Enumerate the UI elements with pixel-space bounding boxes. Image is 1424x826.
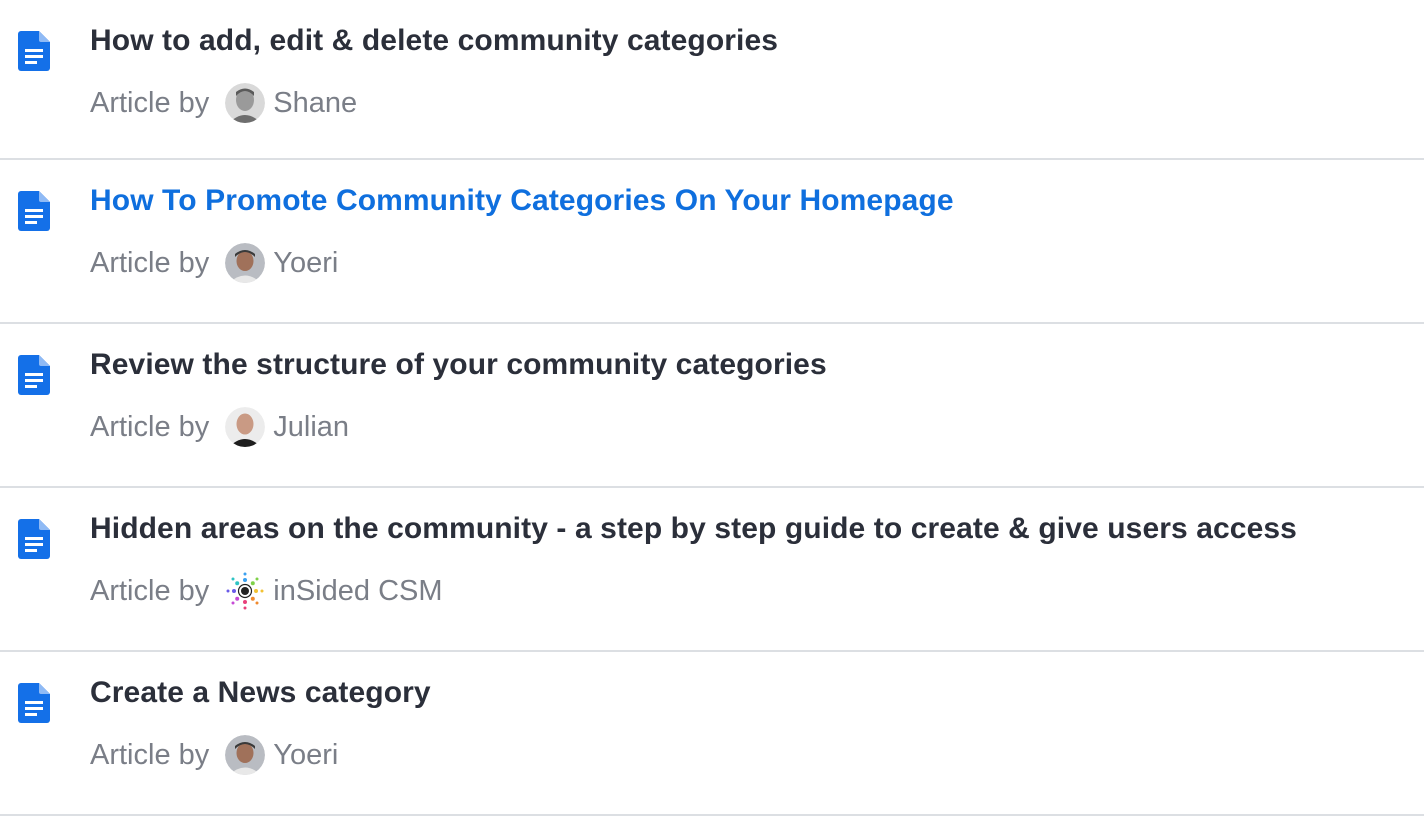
article-by-label: Article by bbox=[90, 410, 210, 443]
article-list: How to add, edit & delete community cate… bbox=[0, 0, 1424, 816]
list-item[interactable]: Review the structure of your community c… bbox=[0, 324, 1424, 488]
article-title-link[interactable]: How to add, edit & delete community cate… bbox=[90, 24, 778, 58]
list-item[interactable]: How to add, edit & delete community cate… bbox=[0, 0, 1424, 160]
article-meta: Article by Yoeri bbox=[90, 734, 338, 776]
avatar[interactable] bbox=[225, 243, 266, 283]
article-title-link[interactable]: How To Promote Community Categories On Y… bbox=[90, 184, 954, 218]
author-link[interactable]: Yoeri bbox=[273, 739, 338, 772]
insided-logo-avatar[interactable] bbox=[225, 571, 266, 611]
article-by-label: Article by bbox=[90, 246, 210, 279]
article-title-link[interactable]: Create a News category bbox=[90, 676, 431, 710]
document-icon bbox=[18, 683, 50, 723]
author-link[interactable]: inSided CSM bbox=[273, 575, 442, 608]
document-icon bbox=[18, 31, 50, 71]
article-meta: Article by inSided CSM bbox=[90, 570, 443, 612]
article-meta: Article by Shane bbox=[90, 82, 357, 124]
author-link[interactable]: Yoeri bbox=[273, 247, 338, 280]
document-icon bbox=[18, 355, 50, 395]
article-meta: Article by Yoeri bbox=[90, 242, 338, 284]
avatar[interactable] bbox=[225, 735, 266, 775]
article-title-link[interactable]: Hidden areas on the community - a step b… bbox=[90, 512, 1297, 546]
article-by-label: Article by bbox=[90, 86, 210, 119]
document-icon bbox=[18, 519, 50, 559]
list-item[interactable]: Create a News category Article by Yoeri bbox=[0, 652, 1424, 816]
author-link[interactable]: Shane bbox=[273, 87, 357, 120]
avatar[interactable] bbox=[225, 407, 266, 447]
article-title-link[interactable]: Review the structure of your community c… bbox=[90, 348, 827, 382]
avatar[interactable] bbox=[225, 83, 266, 123]
list-item[interactable]: Hidden areas on the community - a step b… bbox=[0, 488, 1424, 652]
article-meta: Article by Julian bbox=[90, 406, 349, 448]
article-by-label: Article by bbox=[90, 574, 210, 607]
article-by-label: Article by bbox=[90, 738, 210, 771]
list-item[interactable]: How To Promote Community Categories On Y… bbox=[0, 160, 1424, 324]
author-link[interactable]: Julian bbox=[273, 411, 349, 444]
document-icon bbox=[18, 191, 50, 231]
